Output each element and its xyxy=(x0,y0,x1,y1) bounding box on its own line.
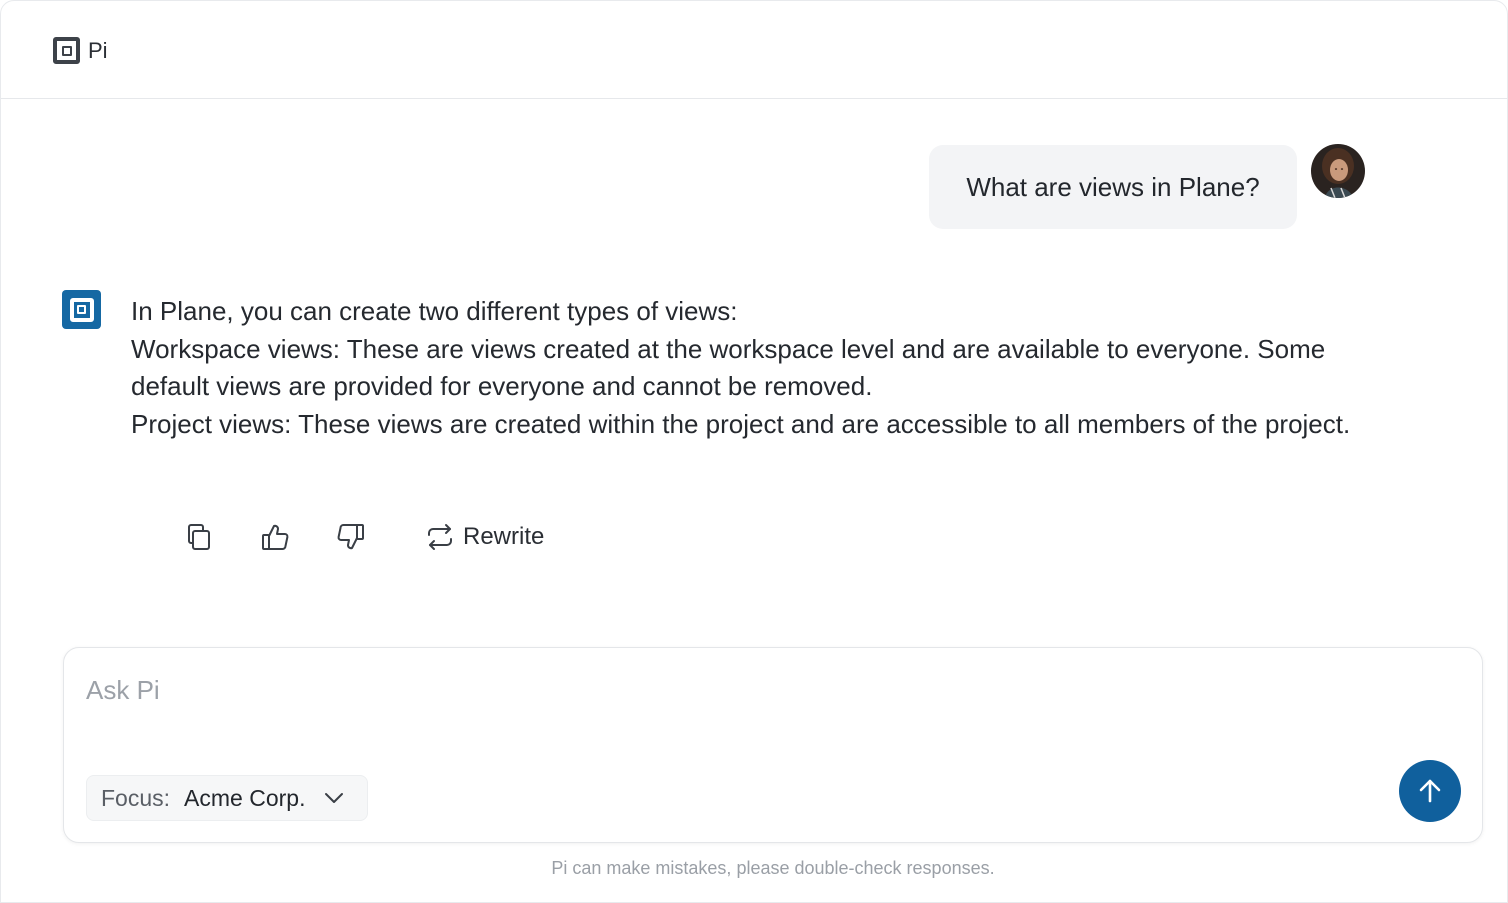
assistant-paragraph: In Plane, you can create two different t… xyxy=(131,296,738,326)
user-message-bubble: What are views in Plane? xyxy=(929,145,1297,229)
square-logo-icon xyxy=(53,37,80,64)
send-button[interactable] xyxy=(1399,760,1461,822)
rewrite-button[interactable]: Rewrite xyxy=(425,522,544,552)
user-avatar xyxy=(1311,144,1365,198)
repeat-icon xyxy=(425,522,455,552)
app-window: Pi What are views in Plane? In Plane, yo… xyxy=(0,0,1508,903)
brand[interactable]: Pi xyxy=(53,37,108,64)
rewrite-label: Rewrite xyxy=(463,523,545,550)
message-actions: Rewrite xyxy=(181,519,544,555)
assistant-paragraph: Project views: These views are created w… xyxy=(131,408,1351,439)
user-message-text: What are views in Plane? xyxy=(966,171,1260,202)
copy-icon[interactable] xyxy=(181,519,217,555)
composer: Focus: Acme Corp. xyxy=(63,647,1483,843)
assistant-message: In Plane, you can create two different t… xyxy=(131,293,1361,443)
thumbs-down-icon[interactable] xyxy=(333,519,369,555)
assistant-logo-icon xyxy=(62,290,101,329)
ask-input[interactable] xyxy=(86,672,1286,708)
chevron-down-icon xyxy=(323,791,345,805)
app-name: Pi xyxy=(88,37,108,63)
arrow-up-icon xyxy=(1416,777,1444,805)
thumbs-up-icon[interactable] xyxy=(257,519,293,555)
header: Pi xyxy=(1,1,1508,99)
assistant-paragraph: Workspace views: These are views created… xyxy=(131,333,1326,402)
focus-value: Acme Corp. xyxy=(184,784,306,811)
focus-dropdown[interactable]: Focus: Acme Corp. xyxy=(86,775,368,821)
disclaimer-text: Pi can make mistakes, please double-chec… xyxy=(551,858,995,878)
focus-label: Focus: xyxy=(101,784,171,811)
